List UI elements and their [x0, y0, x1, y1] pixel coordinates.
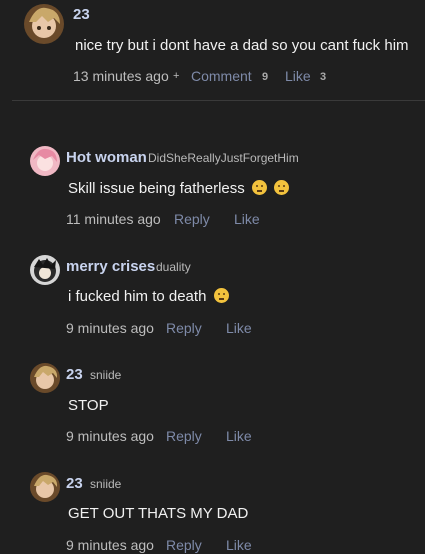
like-button[interactable]: Like	[226, 537, 252, 553]
reply-text-content: Skill issue being fatherless	[68, 180, 245, 197]
reply-timestamp: 11 minutes ago	[66, 211, 161, 227]
reply-timestamp: 9 minutes ago	[66, 537, 154, 553]
reply-handle[interactable]: duality	[156, 260, 191, 274]
like-button[interactable]: Like	[285, 68, 311, 84]
avatar[interactable]	[30, 146, 60, 176]
divider	[12, 100, 425, 101]
raised-eyebrow-emoji-icon	[251, 180, 267, 195]
comment-thread: 23 nice try but i dont have a dad so you…	[0, 0, 425, 554]
reply-author[interactable]: 23	[66, 366, 83, 383]
avatar[interactable]	[24, 4, 64, 44]
reply-button[interactable]: Reply	[166, 320, 202, 336]
avatar[interactable]	[30, 472, 60, 502]
pensive-emoji-icon	[213, 288, 229, 303]
avatar[interactable]	[30, 255, 60, 285]
like-button[interactable]: Like	[226, 428, 252, 444]
reply-text: GET OUT THATS MY DAD	[68, 505, 249, 522]
reply-handle[interactable]: sniide	[90, 368, 121, 382]
comment-count: 9	[262, 71, 269, 83]
comment-author[interactable]: 23	[73, 6, 90, 23]
reply-text: STOP	[68, 397, 109, 414]
comment-text: nice try but i dont have a dad so you ca…	[75, 37, 409, 54]
like-button[interactable]: Like	[226, 320, 252, 336]
reply-timestamp: 9 minutes ago	[66, 320, 154, 336]
reply-handle[interactable]: DidSheReallyJustForgetHim	[148, 151, 299, 165]
reply-text: i fucked him to death	[68, 288, 229, 305]
reply-timestamp: 9 minutes ago	[66, 428, 154, 444]
reply-author[interactable]: Hot woman	[66, 149, 147, 166]
reply-handle[interactable]: sniide	[90, 477, 121, 491]
reply-button[interactable]: Reply	[166, 428, 202, 444]
plus-icon[interactable]: +	[173, 70, 179, 82]
reply-author[interactable]: 23	[66, 475, 83, 492]
reply-text: Skill issue being fatherless	[68, 180, 290, 197]
like-count: 3	[320, 71, 327, 83]
comment-button[interactable]: Comment	[191, 68, 252, 84]
reply-author[interactable]: merry crises	[66, 258, 155, 275]
reply-text-content: i fucked him to death	[68, 288, 207, 305]
reply-button[interactable]: Reply	[174, 211, 210, 227]
comment-timestamp: 13 minutes ago	[73, 68, 169, 84]
raised-eyebrow-emoji-icon	[274, 180, 290, 195]
like-button[interactable]: Like	[234, 211, 260, 227]
avatar[interactable]	[30, 363, 60, 393]
reply-button[interactable]: Reply	[166, 537, 202, 553]
